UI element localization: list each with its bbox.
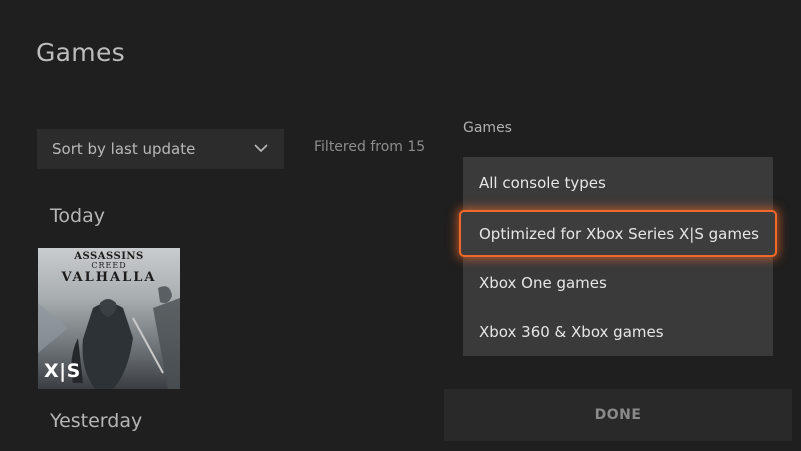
menu-item-all-console-types[interactable]: All console types <box>463 158 773 208</box>
section-heading-today: Today <box>50 205 105 227</box>
filter-status: Filtered from 15 <box>314 139 426 155</box>
section-heading-yesterday: Yesterday <box>50 410 143 432</box>
chevron-down-icon <box>254 144 268 153</box>
menu-item-xbox-one[interactable]: Xbox One games <box>463 258 773 308</box>
done-button[interactable]: DONE <box>444 389 792 441</box>
tile-subtitle: CREED <box>91 261 127 270</box>
game-tile[interactable]: ASSASSINS CREED VALHALLA X|S <box>38 248 180 389</box>
page-title: Games <box>36 38 125 67</box>
sort-label: Sort by last update <box>52 140 196 158</box>
console-type-menu: All console types Optimized for Xbox Ser… <box>459 157 777 357</box>
filter-panel-label: Games <box>463 120 512 136</box>
menu-item-optimized-series-xs[interactable]: Optimized for Xbox Series X|S games <box>459 210 777 257</box>
tile-title-main: VALHALLA <box>61 270 157 285</box>
sort-dropdown[interactable]: Sort by last update <box>37 129 284 169</box>
menu-item-xbox-360[interactable]: Xbox 360 & Xbox games <box>463 307 773 357</box>
xs-badge: X|S <box>44 360 81 382</box>
